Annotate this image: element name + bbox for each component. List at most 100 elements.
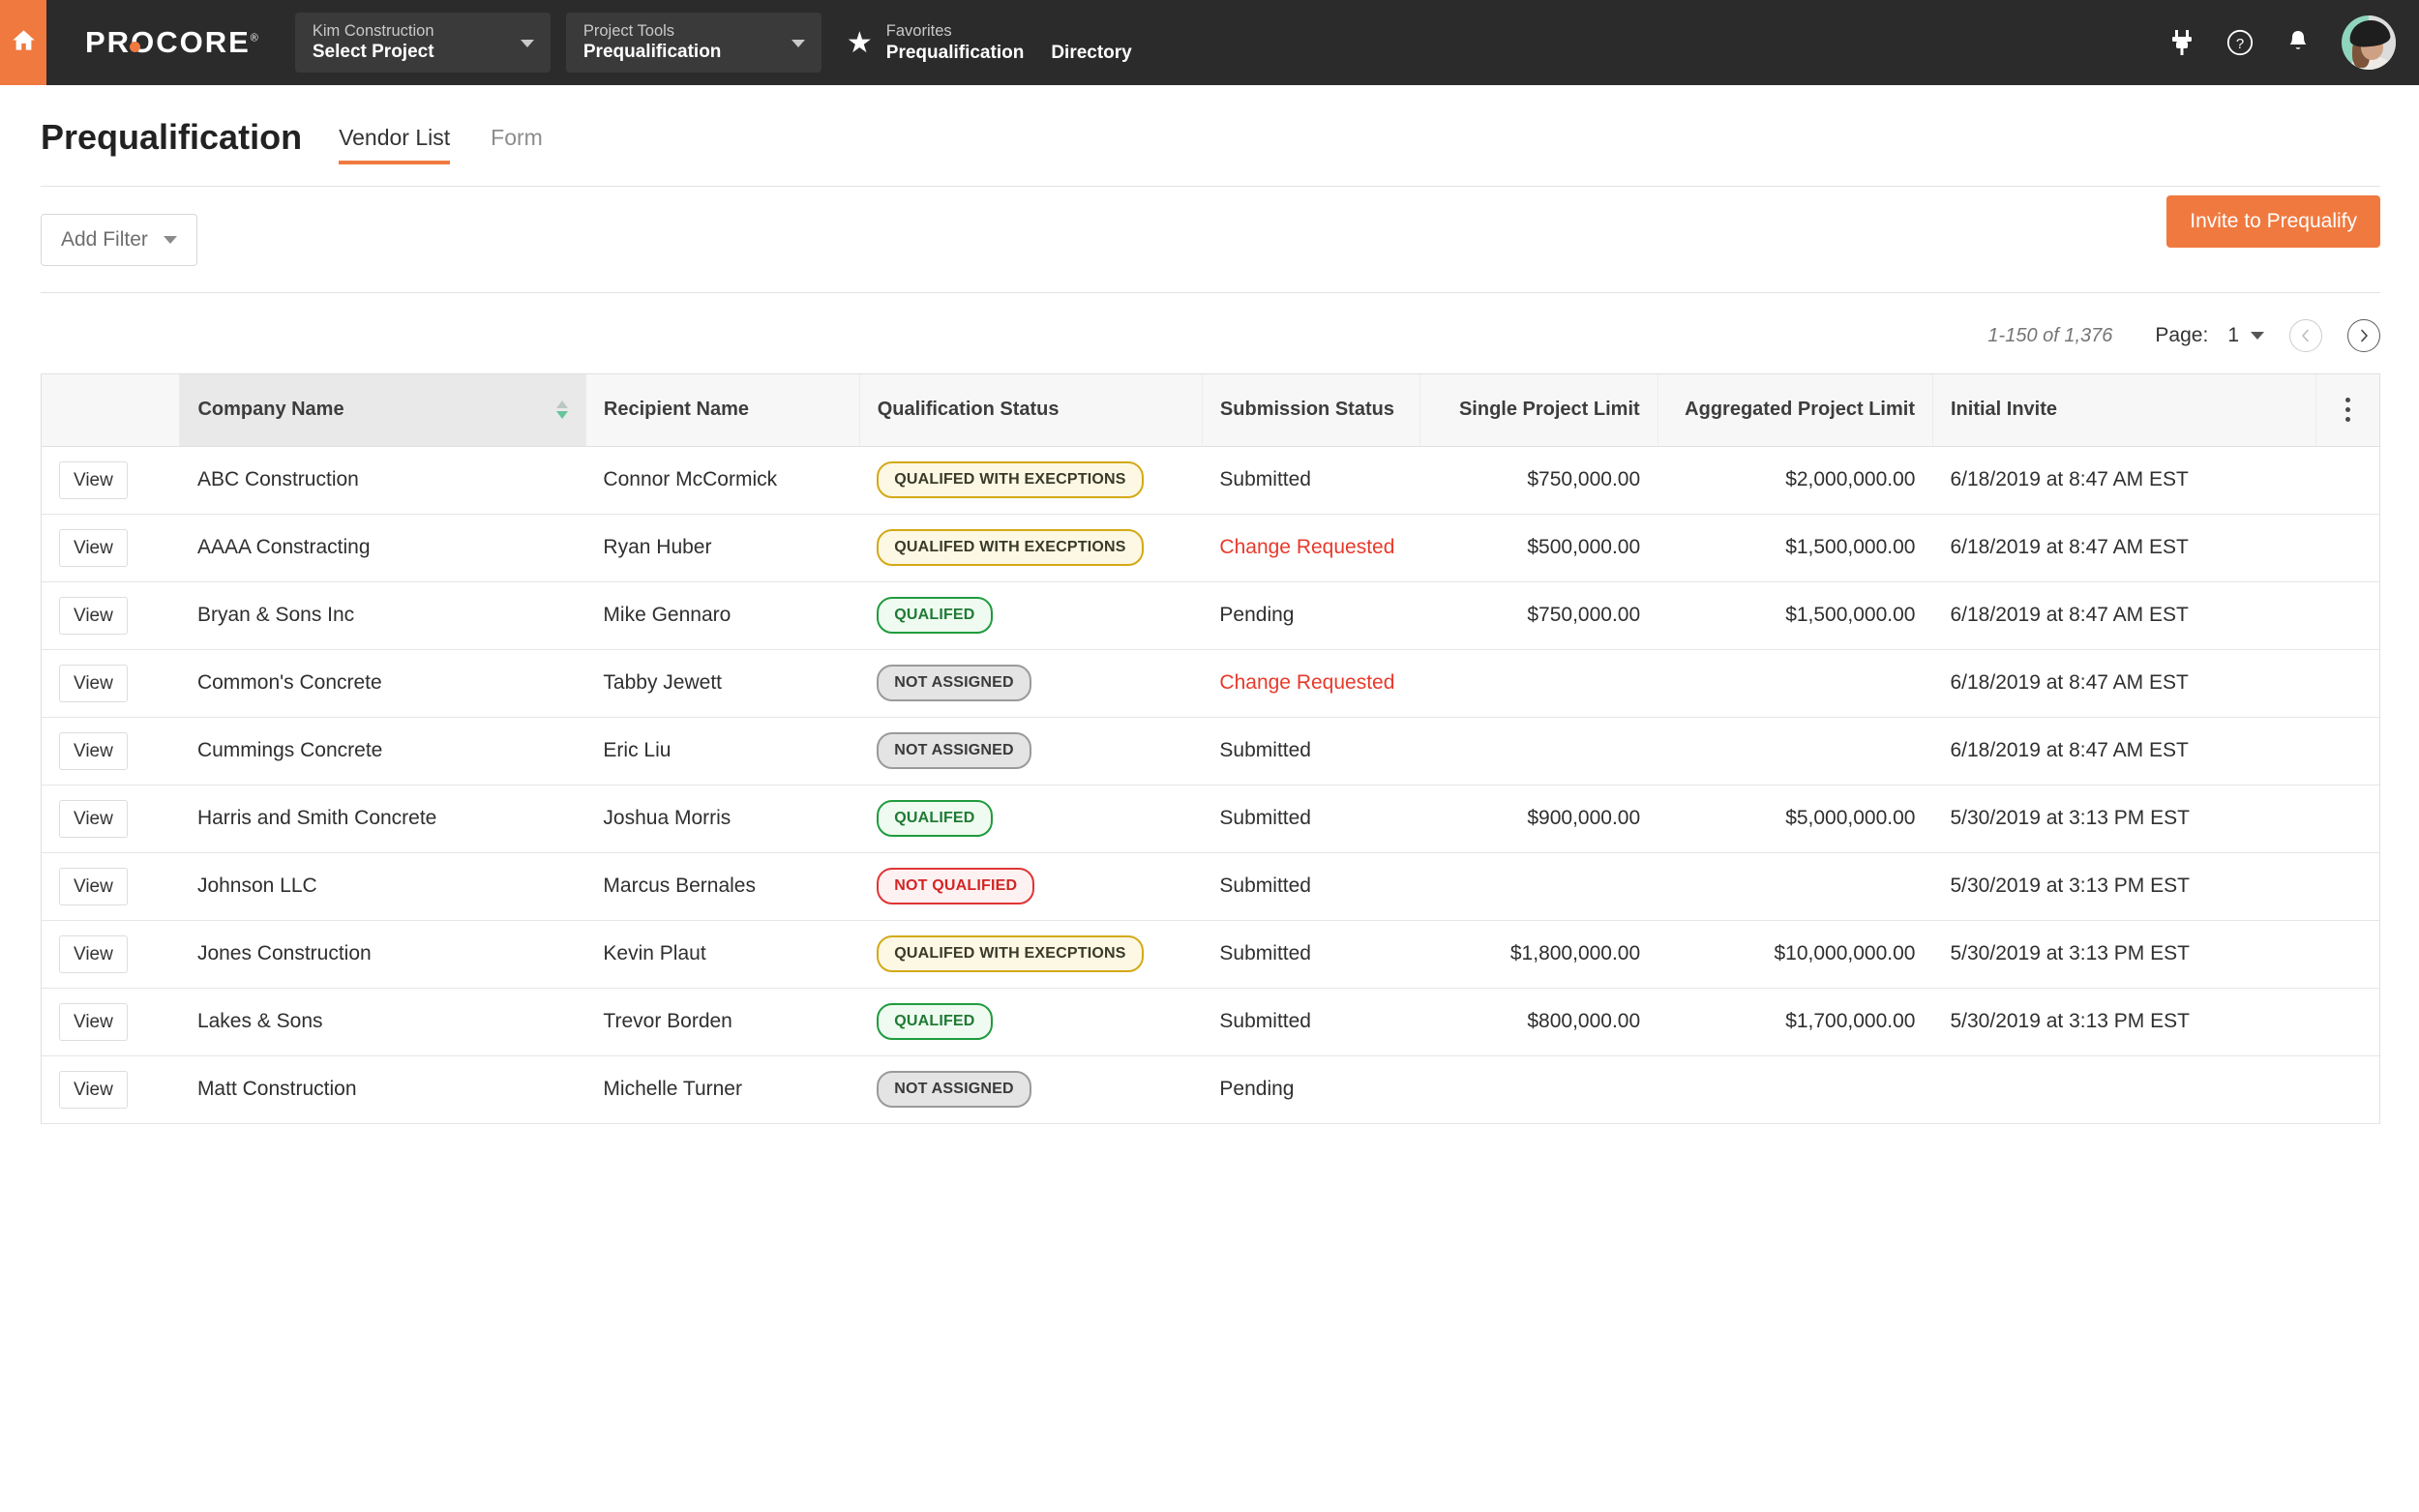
pagination-page-label: Page: bbox=[2155, 324, 2209, 346]
bell-icon[interactable] bbox=[2284, 26, 2313, 59]
selected-tool-value: Prequalification bbox=[582, 42, 722, 62]
cell-single-project-limit: $1,800,000.00 bbox=[1419, 920, 1658, 989]
cell-action: View bbox=[42, 717, 180, 786]
view-button[interactable]: View bbox=[59, 664, 128, 702]
cell-qualification-status: NOT ASSIGNED bbox=[859, 1055, 1203, 1124]
cell-company-name: Johnson LLC bbox=[179, 852, 586, 921]
cell-recipient-name: Marcus Bernales bbox=[585, 852, 860, 921]
favorite-link-prequalification[interactable]: Prequalification bbox=[886, 42, 1025, 65]
cell-action: View bbox=[42, 1055, 180, 1124]
cell-recipient-name: Mike Gennaro bbox=[585, 581, 860, 650]
view-button[interactable]: View bbox=[59, 460, 128, 499]
vendor-table: Company Name Recipient Name Qualification … bbox=[42, 374, 2379, 1124]
cell-recipient-name: Eric Liu bbox=[585, 717, 860, 786]
status-badge: QUALIFED bbox=[877, 1003, 993, 1040]
view-button[interactable]: View bbox=[59, 867, 128, 905]
page-number-select[interactable]: 1 bbox=[2227, 324, 2264, 347]
status-badge: QUALIFED WITH EXECPTIONS bbox=[877, 461, 1144, 498]
table-row[interactable]: View Bryan & Sons Inc Mike Gennaro QUALIFED… bbox=[42, 581, 2379, 650]
table-row[interactable]: View Harris and Smith Concrete Joshua Morr… bbox=[42, 785, 2379, 853]
view-button[interactable]: View bbox=[59, 799, 128, 838]
status-badge: NOT QUALIFIED bbox=[877, 868, 1035, 904]
cell-company-name: Lakes & Sons bbox=[179, 988, 586, 1056]
tab-form[interactable]: Form bbox=[491, 123, 543, 164]
table-row[interactable]: View Common's Concrete Tabby Jewett NOT ASS… bbox=[42, 649, 2379, 718]
status-badge: QUALIFED bbox=[877, 597, 993, 634]
company-project-selector[interactable]: Kim Construction Select Project bbox=[294, 13, 551, 73]
kebab-menu-icon[interactable] bbox=[2334, 398, 2362, 423]
tab-vendor-list[interactable]: Vendor List bbox=[339, 123, 451, 164]
home-icon bbox=[11, 27, 37, 58]
cell-submission-status-text: Change Requested bbox=[1219, 536, 1395, 558]
invite-to-prequalify-button[interactable]: Invite to Prequalify bbox=[2166, 195, 2380, 248]
cell-aggregated-project-limit bbox=[1657, 649, 1933, 718]
cell-recipient-name: Ryan Huber bbox=[585, 514, 860, 582]
favorite-link-directory[interactable]: Directory bbox=[1051, 42, 1131, 65]
sort-arrows-icon[interactable] bbox=[555, 400, 568, 420]
column-header-menu[interactable] bbox=[2315, 374, 2379, 447]
table-row[interactable]: View Jones Construction Kevin Plaut QUALIFE… bbox=[42, 920, 2379, 989]
table-row[interactable]: View Johnson LLC Marcus Bernales NOT QUALIF… bbox=[42, 852, 2379, 921]
table-row[interactable]: View Matt Construction Michelle Turner NOT … bbox=[42, 1055, 2379, 1124]
add-filter-button[interactable]: Add Filter bbox=[41, 214, 197, 266]
cell-company-name: AAAA Constracting bbox=[179, 514, 586, 582]
star-icon[interactable]: ★ bbox=[847, 29, 873, 58]
column-header-qual[interactable]: Qualification Status bbox=[859, 374, 1203, 447]
cell-submission-status: Pending bbox=[1202, 1055, 1420, 1124]
logo-dot bbox=[130, 42, 141, 52]
help-circle-icon[interactable]: ? bbox=[2225, 26, 2255, 59]
cell-company-name: Bryan & Sons Inc bbox=[179, 581, 586, 650]
home-button[interactable] bbox=[0, 0, 46, 85]
next-page-button[interactable] bbox=[2347, 319, 2380, 352]
view-button[interactable]: View bbox=[59, 528, 128, 567]
column-header-company[interactable]: Company Name bbox=[179, 374, 586, 447]
view-button[interactable]: View bbox=[59, 731, 128, 770]
cell-initial-invite: 6/18/2019 at 8:47 AM EST bbox=[1932, 717, 2316, 786]
project-tools-label: Project Tools bbox=[582, 22, 675, 40]
table-row[interactable]: View ABC Construction Connor McCormick QUAL… bbox=[42, 446, 2379, 515]
cell-recipient-name: Connor McCormick bbox=[585, 446, 860, 515]
cell-action: View bbox=[42, 581, 180, 650]
cell-initial-invite bbox=[1932, 1055, 2316, 1124]
column-header-aggregate[interactable]: Aggregated Project Limit bbox=[1657, 374, 1933, 447]
cell-aggregated-project-limit: $1,500,000.00 bbox=[1657, 514, 1933, 582]
pagination-controls: 1-150 of 1,376 Page: 1 bbox=[0, 293, 2419, 352]
cell-action: View bbox=[42, 446, 180, 515]
svg-text:?: ? bbox=[2236, 36, 2244, 52]
cell-aggregated-project-limit: $2,000,000.00 bbox=[1657, 446, 1933, 515]
column-header-action[interactable] bbox=[42, 374, 181, 447]
plug-icon[interactable] bbox=[2167, 26, 2196, 59]
add-filter-label: Add Filter bbox=[61, 228, 148, 251]
table-body: View ABC Construction Connor McCormick QUAL… bbox=[42, 446, 2379, 1124]
column-header-sub[interactable]: Submission Status bbox=[1202, 374, 1421, 447]
cell-action: View bbox=[42, 649, 180, 718]
cell-single-project-limit bbox=[1419, 852, 1658, 921]
cell-qualification-status: QUALIFED bbox=[859, 785, 1203, 853]
procore-logo[interactable]: PROCOREPROCORE® bbox=[46, 0, 287, 85]
cell-initial-invite: 5/30/2019 at 3:13 PM EST bbox=[1932, 852, 2316, 921]
cell-single-project-limit bbox=[1419, 1055, 1658, 1124]
cell-submission-status: Submitted bbox=[1202, 717, 1420, 786]
column-header-recipient[interactable]: Recipient Name bbox=[585, 374, 860, 447]
column-header-invite[interactable]: Initial Invite bbox=[1932, 374, 2317, 447]
column-header-label: Qualification Status bbox=[877, 399, 1060, 421]
table-row[interactable]: View Lakes & Sons Trevor Borden QUALIFED Sub… bbox=[42, 988, 2379, 1056]
cell-initial-invite: 6/18/2019 at 8:47 AM EST bbox=[1932, 649, 2316, 718]
table-row[interactable]: View AAAA Constracting Ryan Huber QUALIFED … bbox=[42, 514, 2379, 582]
view-button[interactable]: View bbox=[59, 596, 128, 635]
cell-submission-status: Submitted bbox=[1202, 785, 1420, 853]
cell-initial-invite: 5/30/2019 at 3:13 PM EST bbox=[1932, 785, 2316, 853]
view-button[interactable]: View bbox=[59, 934, 128, 973]
chevron-down-icon bbox=[520, 40, 534, 47]
cell-qualification-status: QUALIFED WITH EXECPTIONS bbox=[859, 920, 1203, 989]
view-button[interactable]: View bbox=[59, 1070, 128, 1109]
table-row[interactable]: View Cummings Concrete Eric Liu NOT ASSIGNE… bbox=[42, 717, 2379, 786]
avatar[interactable] bbox=[2342, 15, 2396, 70]
project-tools-selector[interactable]: Project Tools Prequalification bbox=[565, 13, 821, 73]
column-header-single[interactable]: Single Project Limit bbox=[1419, 374, 1658, 447]
view-button[interactable]: View bbox=[59, 1002, 128, 1041]
cell-action: View bbox=[42, 852, 180, 921]
cell-action: View bbox=[42, 920, 180, 989]
filter-bar: Add Filter bbox=[0, 187, 2419, 266]
previous-page-button[interactable] bbox=[2289, 319, 2322, 352]
